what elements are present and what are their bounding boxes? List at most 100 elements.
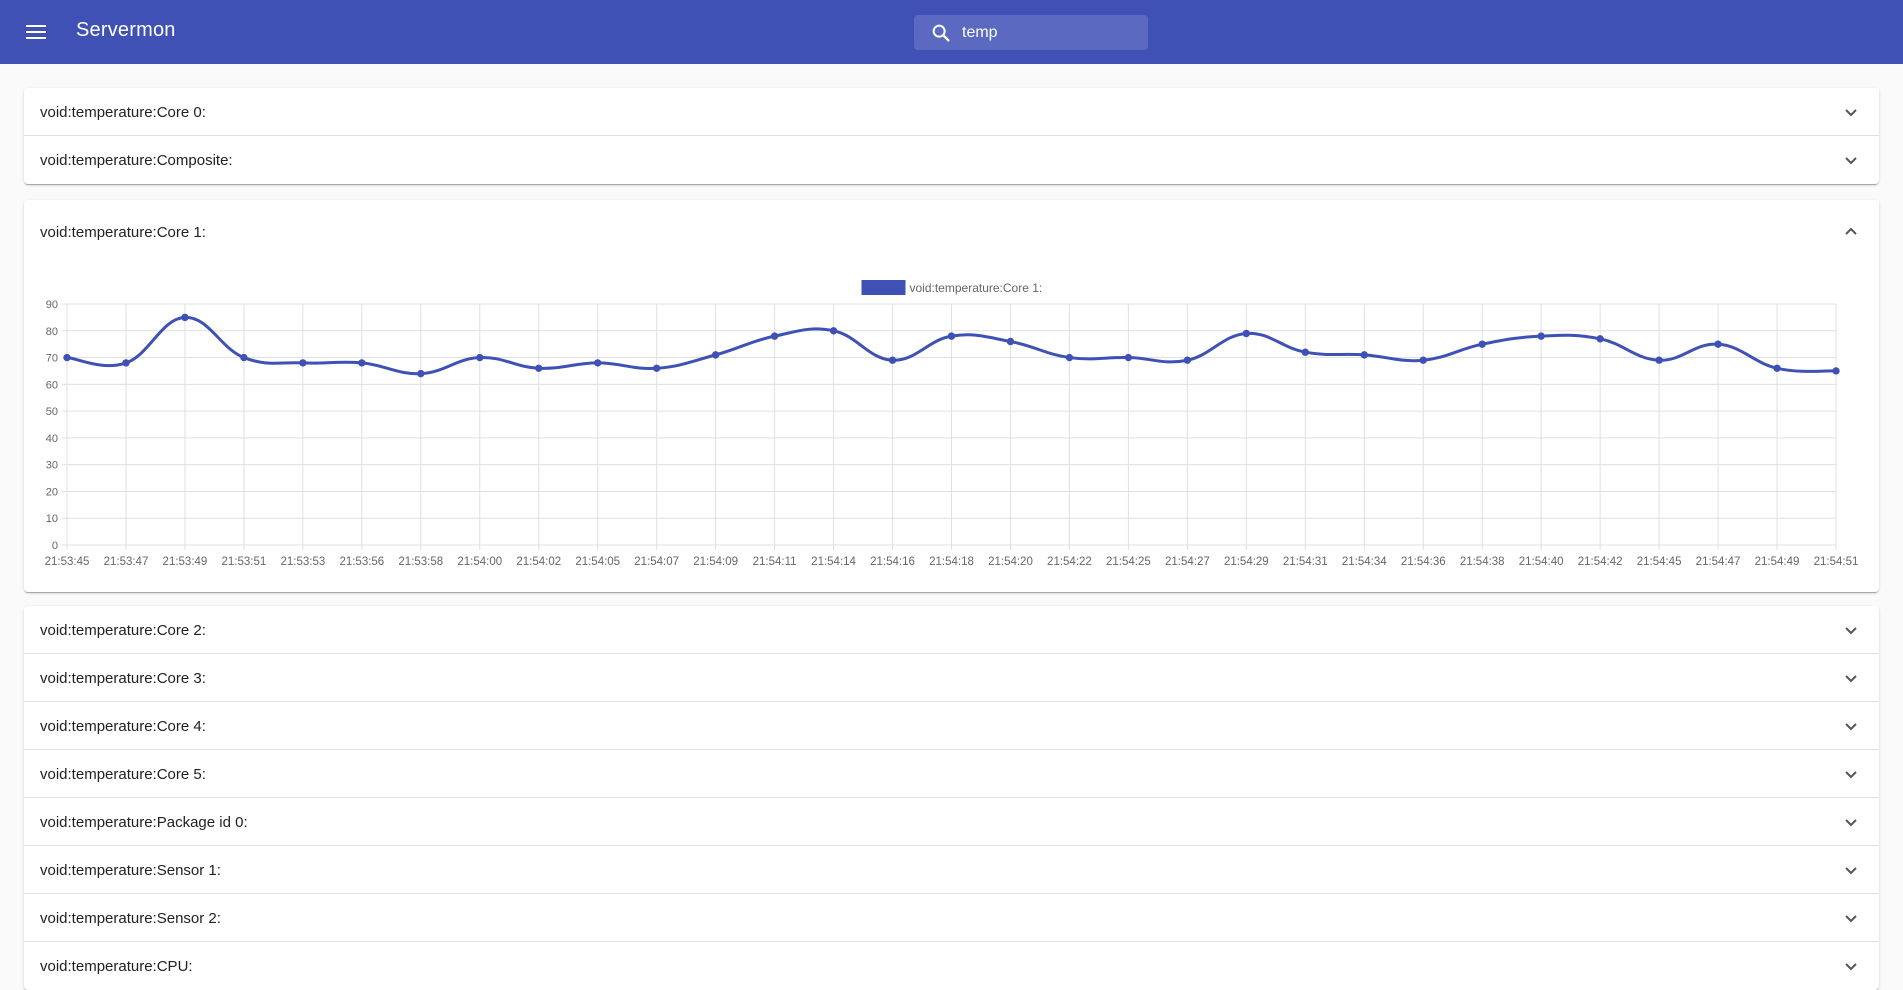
data-point [829,327,838,335]
chevron-up-icon [1845,227,1857,235]
panel-label: void:temperature:CPU: [40,958,193,975]
panel-header-core-5[interactable]: void:temperature:Core 5: [24,750,1879,798]
menu-icon [26,25,46,39]
panel-label: void:temperature:Core 1: [40,224,206,241]
data-point [1124,353,1133,362]
panel-header-composite[interactable]: void:temperature:Composite: [24,136,1879,184]
chevron-down-icon [1845,771,1857,779]
chevron-down-icon [1845,109,1857,117]
data-point [1832,367,1840,375]
search-box[interactable] [914,15,1148,50]
x-tick-label: 21:54:27 [1165,556,1210,568]
x-tick-label: 21:54:29 [1224,556,1269,568]
data-point [1419,356,1427,364]
y-tick-label: 30 [46,460,58,472]
data-point [594,359,602,367]
data-point [1596,335,1604,343]
data-point [888,356,897,364]
data-point [299,359,307,367]
x-tick-label: 21:54:14 [811,556,856,568]
data-point [240,353,248,362]
y-tick-label: 60 [46,379,58,391]
data-point [770,332,779,340]
panel-label: void:temperature:Sensor 2: [40,910,221,927]
x-tick-label: 21:54:47 [1696,556,1741,568]
panel-label: void:temperature:Core 3: [40,670,206,687]
panel-header-core-2[interactable]: void:temperature:Core 2: [24,606,1879,654]
chevron-down-icon [1845,915,1857,923]
x-tick-label: 21:54:05 [575,556,620,568]
x-tick-label: 21:54:31 [1283,556,1328,568]
data-point [947,332,956,340]
panel-label: void:temperature:Composite: [40,152,233,169]
x-tick-label: 21:53:49 [163,556,208,568]
x-tick-label: 21:53:58 [398,556,443,568]
data-point [417,369,425,378]
y-tick-label: 90 [46,299,58,311]
panel-group-bottom: void:temperature:Core 2: void:temperatur… [24,606,1879,990]
x-tick-label: 21:54:36 [1401,556,1446,568]
panel-label: void:temperature:Core 0: [40,104,206,121]
y-tick-label: 80 [46,326,58,338]
data-point [1183,356,1192,364]
x-tick-label: 21:54:42 [1578,556,1623,568]
data-point [711,351,720,359]
data-point [1301,348,1310,356]
data-point [1065,353,1074,362]
legend-swatch [861,280,906,295]
data-point [535,364,543,372]
menu-button[interactable] [20,20,52,44]
y-tick-label: 50 [46,406,58,418]
panel-header-core-1[interactable]: void:temperature:Core 1: [24,200,1879,264]
data-point [63,353,71,362]
x-tick-label: 21:54:22 [1047,556,1092,568]
x-tick-label: 21:54:25 [1106,556,1151,568]
x-tick-label: 21:53:47 [104,556,149,568]
panel-header-sensor-2[interactable]: void:temperature:Sensor 2: [24,894,1879,942]
x-tick-label: 21:53:53 [280,556,325,568]
expanded-panel: void:temperature:Core 1: 0 10 20 30 40 50 60 70… [24,200,1879,592]
data-point [1655,356,1663,364]
panel-header-sensor-1[interactable]: void:temperature:Sensor 1: [24,846,1879,894]
x-tick-label: 21:54:18 [929,556,974,568]
x-tick-label: 21:54:51 [1814,556,1859,568]
x-tick-label: 21:53:51 [222,556,267,568]
x-tick-label: 21:54:16 [870,556,915,568]
x-tick-label: 21:54:49 [1755,556,1800,568]
x-tick-label: 21:54:40 [1519,556,1564,568]
chart-area: 0 10 20 30 40 50 60 70 80 90 21:53:45 21:53:47 21:53… [24,264,1879,592]
chevron-down-icon [1845,819,1857,827]
x-tick-label: 21:54:34 [1342,556,1387,568]
data-point [122,359,130,367]
panel-header-core-4[interactable]: void:temperature:Core 4: [24,702,1879,750]
data-point [1537,332,1545,340]
panel-header-cpu[interactable]: void:temperature:CPU: [24,942,1879,990]
app-toolbar: Servermon [0,0,1903,64]
temperature-chart: 0 10 20 30 40 50 60 70 80 90 21:53:45 21:53:47 21:53… [45,280,1859,568]
y-tick-label: 70 [46,353,58,365]
y-tick-label: 10 [46,513,58,525]
panel-group-top: void:temperature:Core 0: void:temperatur… [24,88,1879,184]
chevron-down-icon [1845,723,1857,731]
y-tick-label: 20 [46,486,58,498]
search-icon [932,24,950,42]
x-tick-label: 21:53:56 [339,556,384,568]
panel-label: void:temperature:Package id 0: [40,814,248,831]
data-point [1773,364,1781,372]
data-point [181,313,189,322]
panel-label: void:temperature:Core 5: [40,766,206,783]
data-point [358,359,366,367]
y-tick-label: 0 [52,540,58,552]
panel-label: void:temperature:Sensor 1: [40,862,221,879]
panel-header-core-3[interactable]: void:temperature:Core 3: [24,654,1879,702]
panel-label: void:temperature:Core 4: [40,718,206,735]
chevron-down-icon [1845,675,1857,683]
app-title: Servermon [76,19,176,41]
data-point [652,364,661,372]
data-point [1714,340,1722,348]
x-tick-label: 21:54:20 [988,556,1033,568]
chevron-down-icon [1845,867,1857,875]
panel-header-core-0[interactable]: void:temperature:Core 0: [24,88,1879,136]
panel-header-package-id-0[interactable]: void:temperature:Package id 0: [24,798,1879,846]
search-input[interactable] [962,15,1142,50]
